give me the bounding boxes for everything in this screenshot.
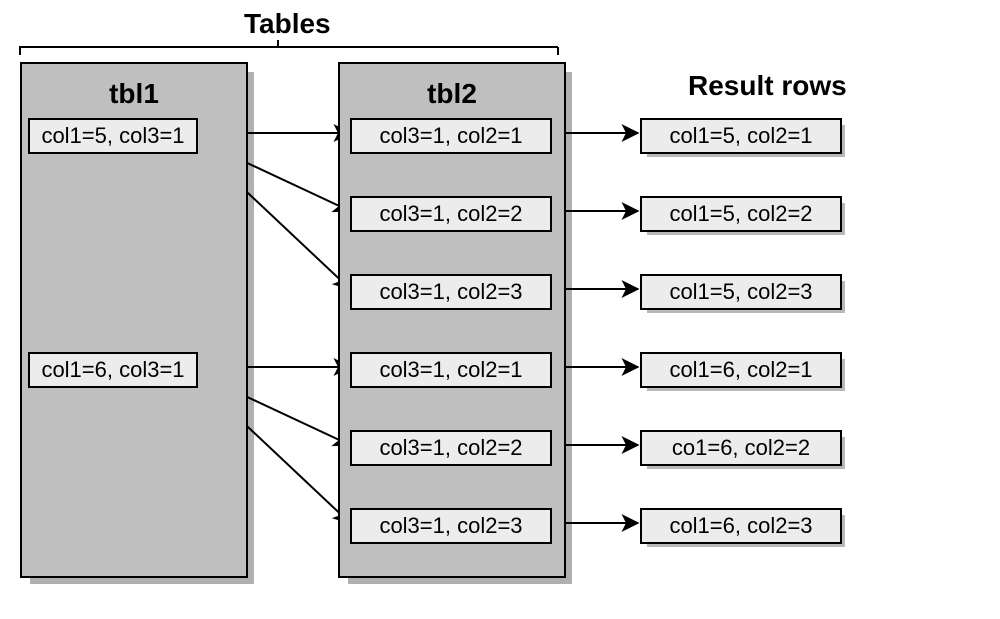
tbl2-row: col3=1, col2=3 bbox=[350, 508, 552, 544]
tbl2-row: col3=1, col2=3 bbox=[350, 274, 552, 310]
diagram-stage: { "title_tables": "Tables", "title_resul… bbox=[0, 0, 1000, 619]
tbl2-row: col3=1, col2=2 bbox=[350, 196, 552, 232]
result-row: col1=5, col2=3 bbox=[640, 274, 842, 310]
tbl1-row: col1=6, col3=1 bbox=[28, 352, 198, 388]
result-row: col1=5, col2=1 bbox=[640, 118, 842, 154]
result-row: col1=6, col2=3 bbox=[640, 508, 842, 544]
result-row: col1=5, col2=2 bbox=[640, 196, 842, 232]
tables-heading: Tables bbox=[244, 8, 331, 40]
result-row: col1=6, col2=1 bbox=[640, 352, 842, 388]
tbl1-title: tbl1 bbox=[22, 78, 246, 110]
tbl2-row: col3=1, col2=2 bbox=[350, 430, 552, 466]
tbl2-row: col3=1, col2=1 bbox=[350, 352, 552, 388]
result-heading: Result rows bbox=[688, 70, 847, 102]
result-row: co1=6, col2=2 bbox=[640, 430, 842, 466]
tbl2-row: col3=1, col2=1 bbox=[350, 118, 552, 154]
tbl1-row: col1=5, col3=1 bbox=[28, 118, 198, 154]
tbl2-title: tbl2 bbox=[340, 78, 564, 110]
